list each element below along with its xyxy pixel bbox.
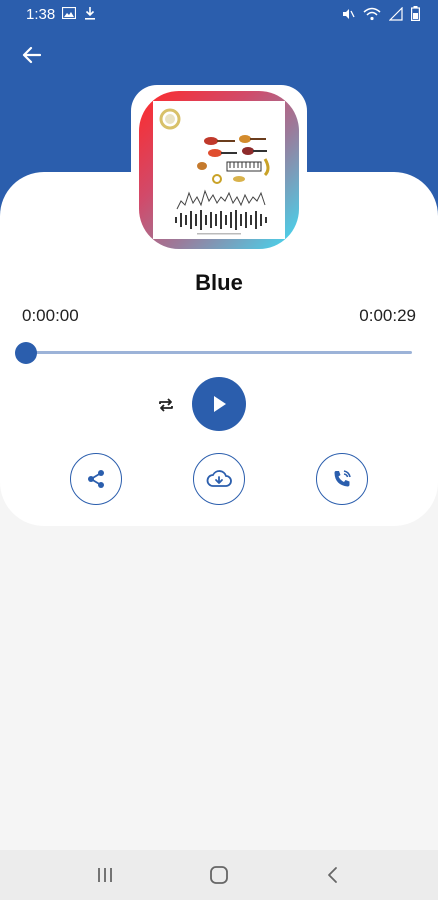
- seek-bar[interactable]: [24, 351, 412, 354]
- download-icon: [85, 7, 95, 20]
- artwork-illustration: [153, 101, 285, 239]
- recents-button[interactable]: [85, 862, 125, 888]
- status-right-icons: [341, 6, 420, 21]
- play-icon: [214, 396, 226, 412]
- share-icon: [88, 470, 104, 488]
- signal-icon: [389, 6, 403, 21]
- mute-icon: [343, 8, 355, 19]
- play-button[interactable]: [192, 377, 246, 431]
- album-artwork: [139, 91, 299, 249]
- status-time: 1:38: [26, 6, 56, 23]
- repeat-icon: [159, 398, 173, 412]
- phone-ringtone-icon: [334, 470, 351, 487]
- image-icon: [62, 7, 76, 19]
- instruments-illustration: [159, 108, 270, 235]
- download-button[interactable]: [193, 453, 245, 505]
- repeat-button[interactable]: [152, 392, 180, 418]
- arrow-left-icon: [22, 46, 41, 64]
- status-left-icons: [62, 6, 96, 20]
- recents-icon: [98, 868, 112, 882]
- current-time: 0:00:00: [22, 306, 79, 325]
- seek-thumb[interactable]: [15, 342, 37, 364]
- track-title: Blue: [195, 270, 243, 295]
- battery-icon: [411, 6, 420, 21]
- wifi-icon: [363, 7, 381, 20]
- set-ringtone-button[interactable]: [316, 453, 368, 505]
- home-icon: [210, 866, 228, 884]
- total-time: 0:00:29: [359, 306, 416, 325]
- nav-back-button[interactable]: [313, 862, 353, 888]
- back-button[interactable]: [16, 40, 46, 70]
- status-bar: 1:38: [0, 0, 438, 28]
- home-button[interactable]: [199, 862, 239, 888]
- share-button[interactable]: [70, 453, 122, 505]
- back-icon: [328, 867, 337, 883]
- system-nav-bar: [0, 850, 438, 900]
- cloud-download-icon: [206, 470, 232, 487]
